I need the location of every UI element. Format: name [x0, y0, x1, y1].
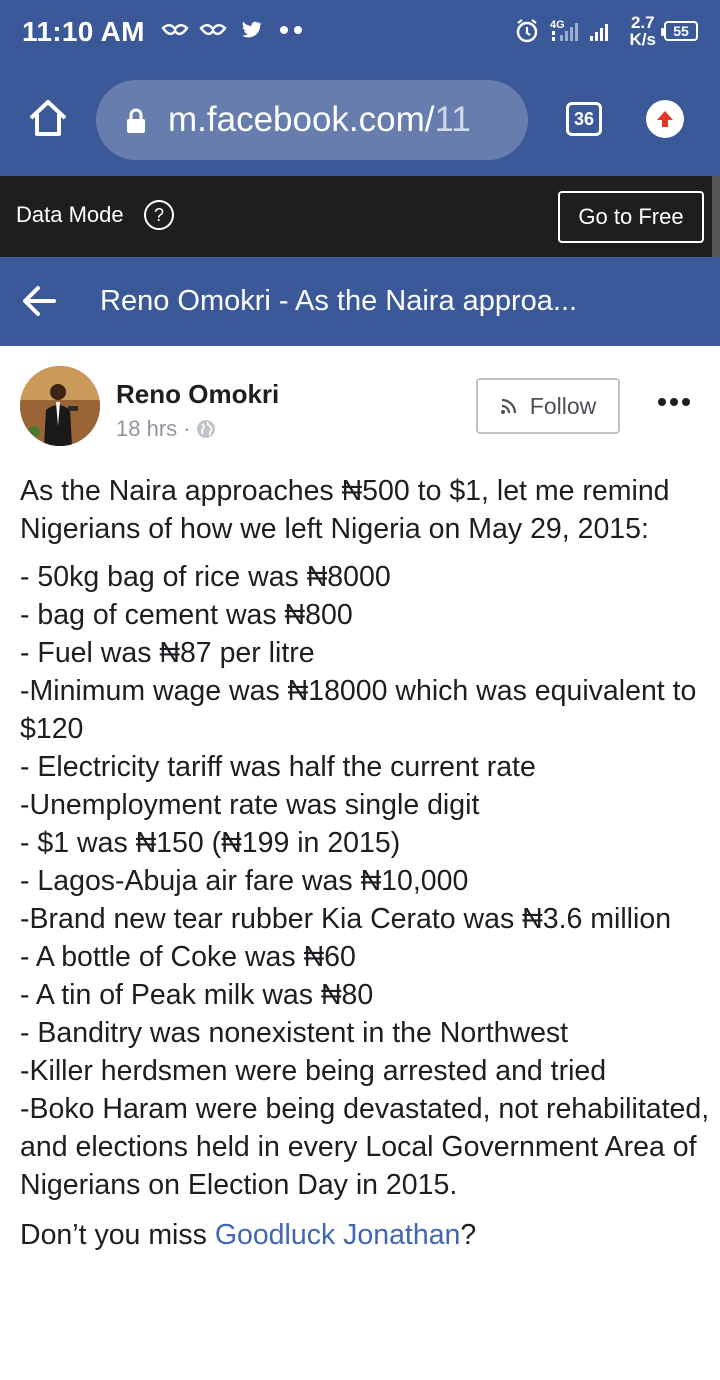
list-item: - Electricity tariff was half the curren…	[20, 751, 536, 783]
list-item: - A tin of Peak milk was ₦80	[20, 979, 374, 1011]
go-to-free-label: Go to Free	[578, 204, 684, 229]
scrollbar-thumb[interactable]	[712, 176, 720, 266]
list-item: -Brand new tear rubber Kia Cerato was ₦3…	[20, 903, 672, 935]
list-item: - Banditry was nonexistent in the Northw…	[20, 1017, 569, 1049]
post-list: - 50kg bag of rice was ₦8000 - bag of ce…	[20, 558, 710, 1204]
notification-icons	[160, 18, 302, 42]
post-meta: 18 hrs ·	[116, 416, 216, 442]
url-bar-row: m.facebook.com/11 36	[0, 78, 720, 164]
back-arrow-icon[interactable]	[22, 285, 56, 317]
list-item: -Unemployment rate was single digit	[20, 789, 480, 821]
post-intro: As the Naira approaches ₦500 to $1, let …	[20, 475, 670, 545]
list-item: - Lagos-Abuja air fare was ₦10,000	[20, 865, 469, 897]
globe-icon	[197, 420, 216, 438]
page-header: Reno Omokri - As the Naira approa...	[0, 257, 720, 346]
net-type-label: 4G	[550, 19, 565, 31]
post-card: Reno Omokri 18 hrs · Follow As the Naira…	[0, 346, 720, 1380]
author-name[interactable]: Reno Omokri	[116, 379, 279, 410]
list-item: - 50kg bag of rice was ₦8000	[20, 561, 391, 593]
follow-label: Follow	[529, 392, 597, 419]
arrow-up-icon	[657, 111, 673, 127]
status-bar: 11:10 AM 4G 2.7 K/s 55	[0, 0, 720, 66]
profile-photo	[20, 366, 100, 446]
go-to-free-button[interactable]: Go to Free	[558, 191, 704, 243]
url-text: m.facebook.com/11	[168, 100, 471, 140]
url-main: m.facebook.com/	[168, 100, 435, 139]
more-options-icon[interactable]	[658, 398, 690, 406]
battery-level: 55	[673, 23, 689, 39]
post-text: As the Naira approaches ₦500 to $1, let …	[20, 472, 710, 1254]
list-item: -Killer herdsmen were being arrested and…	[20, 1055, 607, 1087]
post-closing: Don’t you miss Goodluck Jonathan?	[20, 1216, 710, 1254]
alarm-icon	[516, 19, 537, 43]
twitter-icon	[242, 21, 263, 38]
page-title: Reno Omokri - As the Naira approa...	[100, 285, 578, 317]
status-time: 11:10 AM	[22, 16, 145, 47]
net-speed: 2.7 K/s	[630, 14, 656, 48]
lock-icon	[127, 108, 145, 133]
glo-icon	[199, 24, 227, 36]
data-mode-label: Data Mode	[16, 202, 124, 227]
list-item: - $1 was ₦150 (₦199 in 2015)	[20, 827, 401, 859]
list-item: - A bottle of Coke was ₦60	[20, 941, 356, 973]
post-time[interactable]: 18 hrs	[116, 416, 177, 442]
rss-follow-icon	[500, 398, 516, 414]
meta-separator: ·	[183, 416, 191, 441]
signal-icon: 4G	[550, 19, 608, 41]
home-icon[interactable]	[26, 96, 70, 140]
more-dots-icon	[280, 26, 302, 34]
help-icon[interactable]: ?	[144, 200, 174, 230]
upload-button[interactable]	[646, 100, 684, 138]
avatar[interactable]	[20, 366, 100, 446]
net-speed-value: 2.7	[630, 13, 655, 32]
tab-count: 36	[573, 108, 595, 129]
battery-icon: 55	[661, 21, 698, 41]
closing-punctuation: ?	[460, 1219, 477, 1251]
list-item: -Boko Haram were being devastated, not r…	[20, 1093, 710, 1201]
system-indicators: 4G 2.7 K/s 55	[514, 14, 698, 48]
follow-button[interactable]: Follow	[476, 378, 620, 434]
net-speed-unit: K/s	[629, 30, 656, 49]
list-item: - bag of cement was ₦800	[20, 599, 353, 631]
closing-text: Don’t you miss	[20, 1219, 215, 1251]
glo-icon	[161, 24, 189, 36]
help-glyph: ?	[153, 204, 164, 225]
mention-link[interactable]: Goodluck Jonathan	[215, 1219, 461, 1251]
url-tail: 11	[434, 100, 471, 139]
data-mode-bar: Data Mode ? Go to Free	[0, 176, 720, 257]
tabs-button[interactable]: 36	[566, 102, 602, 136]
list-item: - Fuel was ₦87 per litre	[20, 637, 315, 669]
list-item: -Minimum wage was ₦18000 which was equiv…	[20, 675, 697, 745]
url-field[interactable]: m.facebook.com/11	[96, 80, 528, 160]
